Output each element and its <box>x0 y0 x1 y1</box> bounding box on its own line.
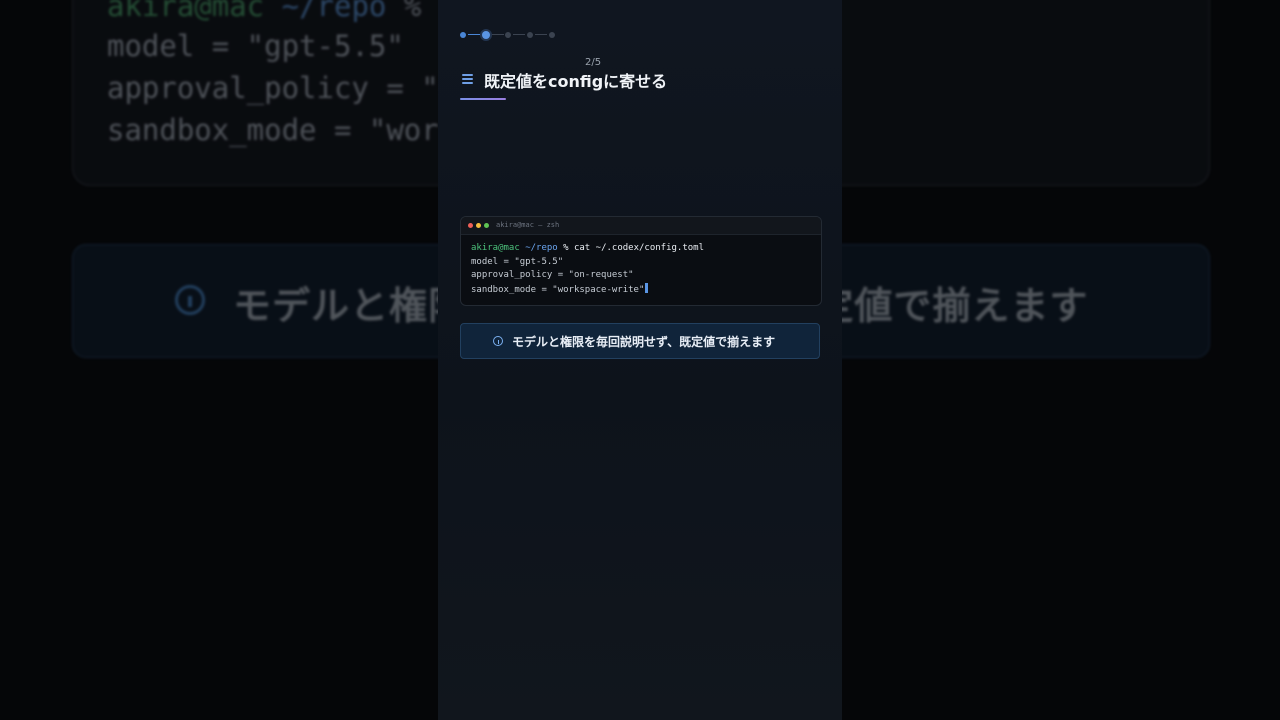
background-terminal-line: akira@mac ~/repo % co <box>107 0 474 23</box>
minimize-dot-icon <box>476 223 481 228</box>
maximize-dot-icon <box>484 223 489 228</box>
step-counter: 2/5 <box>585 57 602 68</box>
prompt-path: ~/repo <box>525 243 558 253</box>
terminal-output: akira@mac ~/repo % cat ~/.codex/config.t… <box>471 242 704 297</box>
background-prompt-user: akira@mac <box>107 0 265 23</box>
step-progress: 2/5 <box>460 29 620 68</box>
terminal-command: % cat ~/.codex/config.toml <box>557 243 705 253</box>
background-info-icon <box>175 285 205 315</box>
progress-connector <box>492 34 504 35</box>
list-icon <box>462 74 473 84</box>
terminal-output-line: approval_policy = "on-request" <box>471 270 634 280</box>
terminal-titlebar: akira@mac — zsh <box>461 217 821 235</box>
title-underline <box>460 98 506 100</box>
callout-text: モデルと権限を毎回説明せず、既定値で揃えます <box>512 335 776 349</box>
progress-dot-2 <box>482 31 490 39</box>
progress-connector <box>535 34 547 35</box>
background-terminal-line: model = "gpt-5.5" <box>107 29 404 63</box>
background-prompt-path: ~/repo <box>281 0 387 23</box>
terminal-command-line: akira@mac ~/repo % cat ~/.codex/config.t… <box>471 242 704 256</box>
progress-dot-4 <box>527 32 533 38</box>
text-cursor <box>645 282 649 293</box>
slide-card: 2/5 既定値をconfigに寄せる akira@mac — zsh akira… <box>438 0 842 720</box>
progress-dot-1 <box>460 32 466 38</box>
info-icon <box>493 336 503 346</box>
terminal-output-line: sandbox_mode = "workspace-write" <box>471 282 704 298</box>
background-terminal-line: sandbox_mode = "work <box>107 113 457 147</box>
progress-connector <box>513 34 525 35</box>
prompt-user: akira@mac <box>471 243 520 253</box>
progress-dot-3 <box>505 32 511 38</box>
terminal-output-line: model = "gpt-5.5" <box>471 256 564 267</box>
terminal-title: akira@mac — zsh <box>496 221 560 229</box>
terminal-window: akira@mac — zsh akira@mac ~/repo % cat ~… <box>460 216 822 306</box>
video-frame: akira@mac ~/repo % co model = "gpt-5.5" … <box>0 0 1280 720</box>
progress-connector <box>468 34 480 35</box>
close-dot-icon <box>468 223 473 228</box>
progress-dot-5 <box>549 32 555 38</box>
background-terminal-line: approval_policy = "o <box>107 71 457 105</box>
slide-title: 既定値をconfigに寄せる <box>484 72 668 91</box>
info-callout: モデルと権限を毎回説明せず、既定値で揃えます <box>460 323 820 359</box>
terminal-output-text: sandbox_mode = "workspace-write" <box>471 284 645 295</box>
